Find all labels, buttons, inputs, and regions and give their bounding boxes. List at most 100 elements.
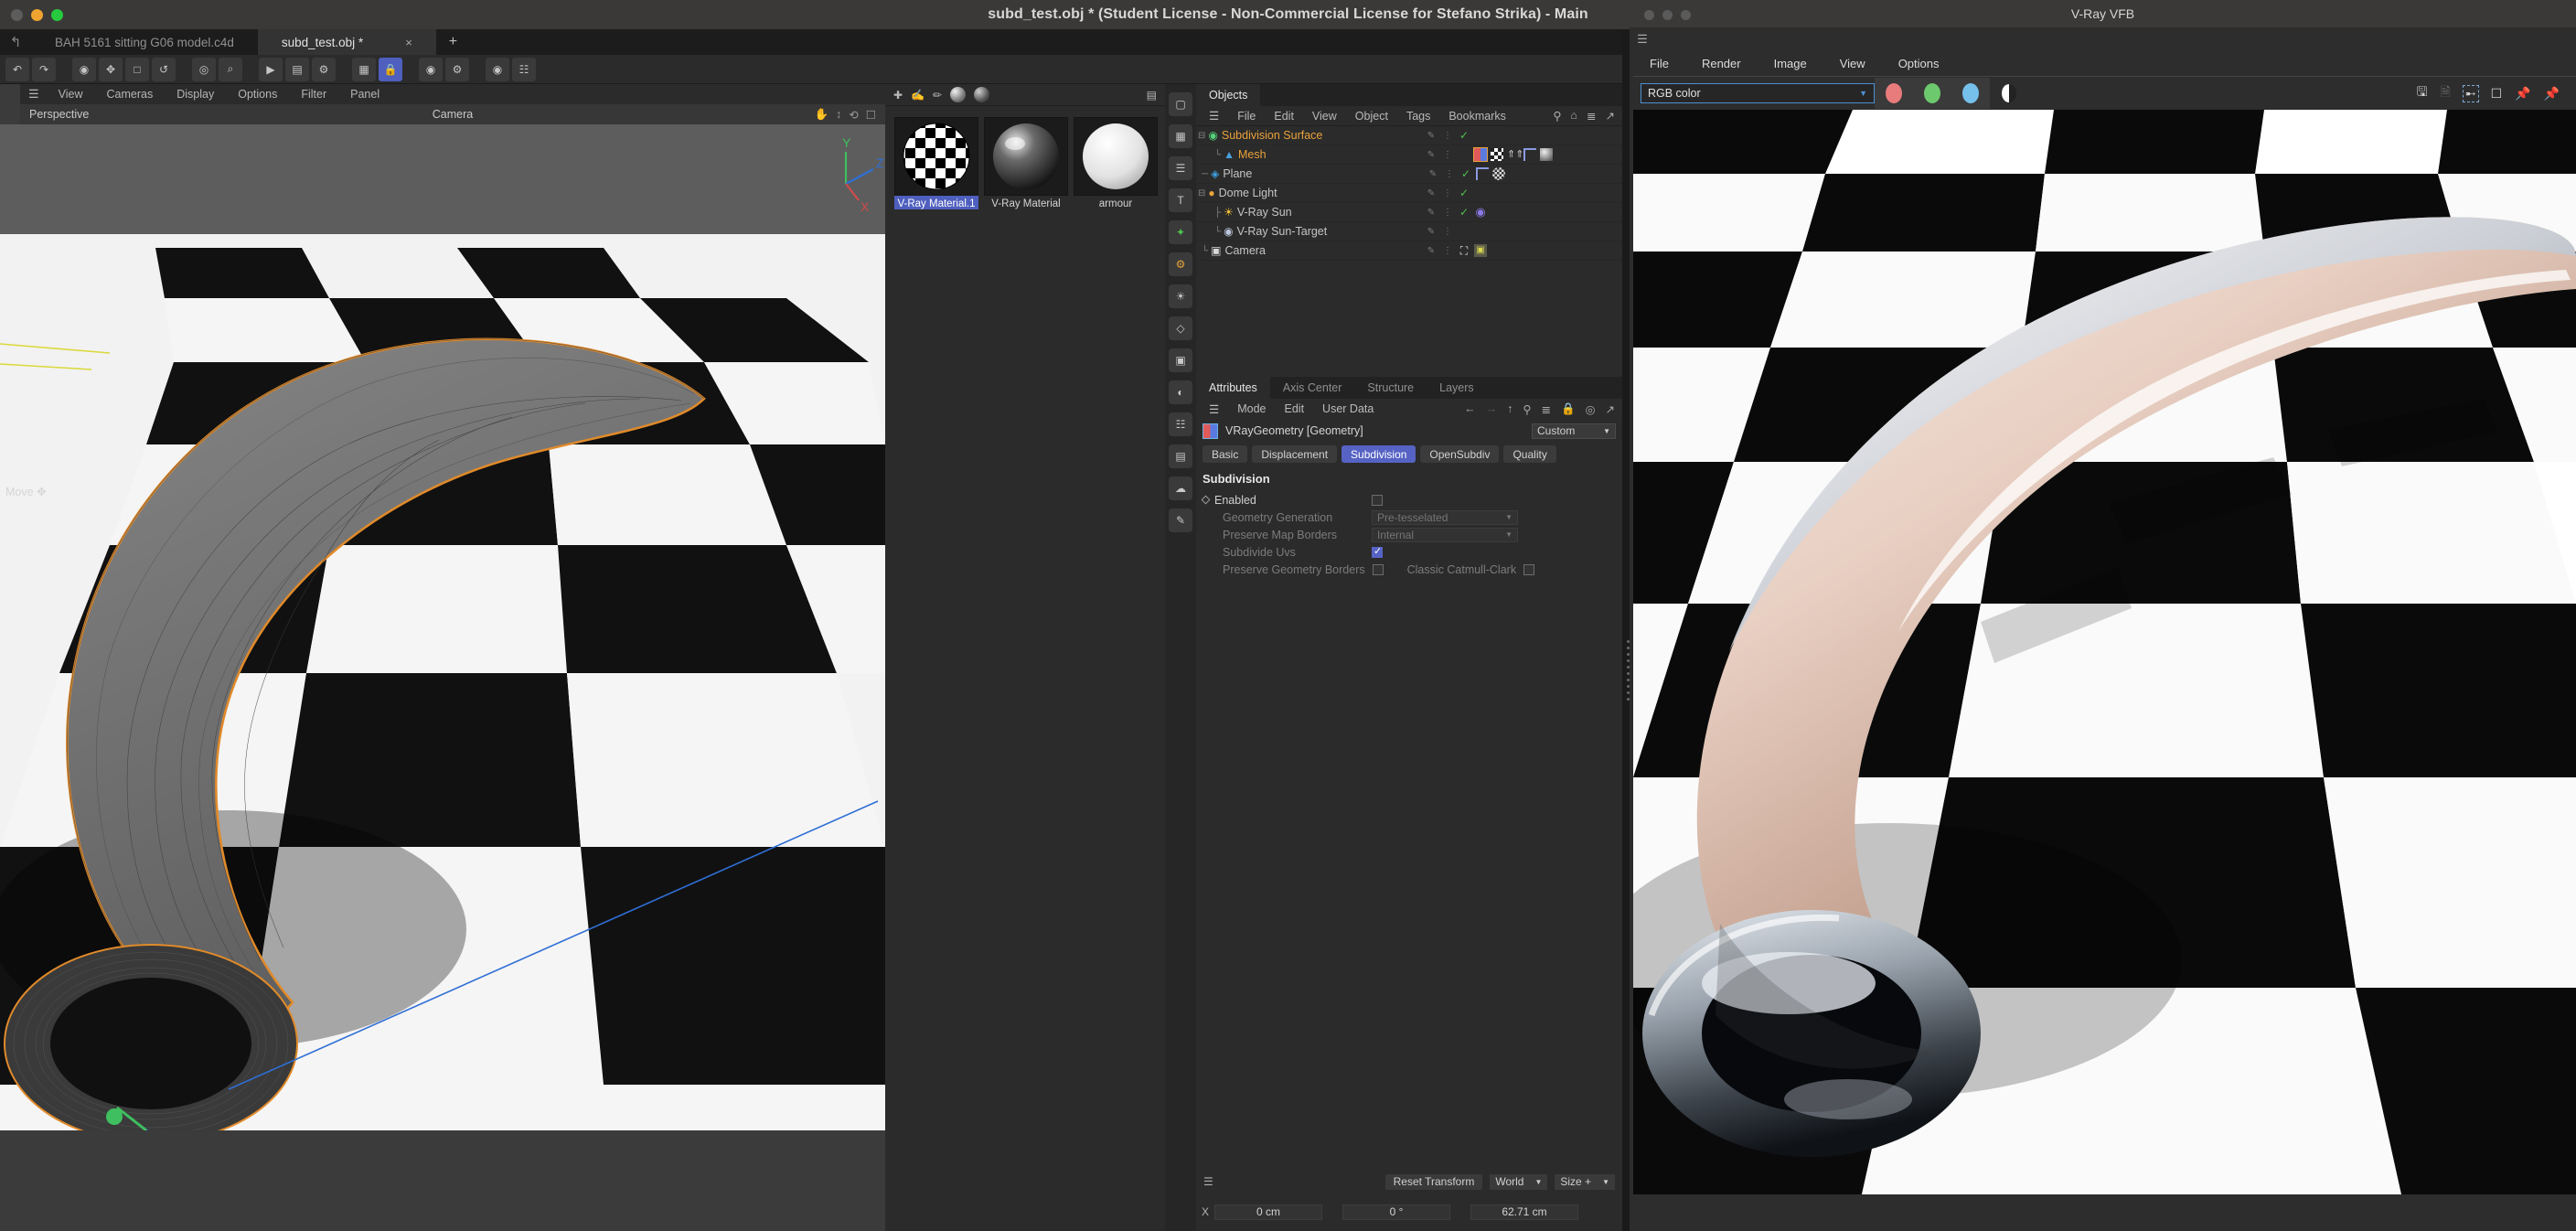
region-render-icon[interactable]: ➸ <box>2462 84 2479 102</box>
vray-geometry-icon[interactable]: ▣ <box>1169 348 1192 372</box>
material-item-1[interactable]: V-Ray Material <box>984 117 1068 209</box>
vfb-window-controls[interactable] <box>1644 0 1691 29</box>
minimize-window-button[interactable] <box>31 8 43 21</box>
takes-icon[interactable]: T <box>1169 188 1192 212</box>
vfb-menu-file[interactable]: File <box>1633 57 1685 70</box>
objects-menu-object[interactable]: Object <box>1346 110 1397 123</box>
keyframe-icon[interactable] <box>1201 495 1211 505</box>
flat-preview-icon[interactable] <box>974 87 990 102</box>
checker-material-tag[interactable] <box>1492 167 1505 180</box>
search-icon[interactable]: ⚲ <box>1523 402 1531 416</box>
coordinate-space-dropdown[interactable]: World ▼ <box>1490 1173 1548 1190</box>
tab-objects[interactable]: Objects <box>1196 84 1261 106</box>
property-subdivide-uvs[interactable]: Subdivide Uvs <box>1196 543 1622 561</box>
vray-settings-icon[interactable]: ⚙ <box>1169 252 1192 276</box>
material-tag[interactable] <box>1540 148 1553 161</box>
attributes-menu-mode[interactable]: Mode <box>1228 402 1275 415</box>
camera-tag[interactable]: ▣ <box>1474 244 1487 257</box>
zoom-icon[interactable]: ↕ <box>836 108 841 122</box>
vray-camera-icon[interactable]: ◐ <box>1169 380 1192 404</box>
attributes-menu-edit[interactable]: Edit <box>1276 402 1314 415</box>
checker-tag[interactable] <box>1491 148 1503 161</box>
pin-filled-icon[interactable]: 📌 <box>2544 86 2560 102</box>
visibility-dots-icon[interactable]: ⋮ <box>1443 169 1456 179</box>
object-row-plane[interactable]: ─ ◈ Plane ✎ ⋮ ✓ <box>1196 165 1622 184</box>
vfb-render-image[interactable] <box>1633 110 2576 1194</box>
popout-icon[interactable]: ↗ <box>1606 109 1615 123</box>
edit-layer-icon[interactable]: ✎ <box>1425 246 1438 256</box>
minimize-icon[interactable] <box>1662 9 1673 20</box>
enable-check-icon[interactable]: ✓ <box>1458 187 1470 199</box>
vray-render-elements-icon[interactable]: ☷ <box>1169 412 1192 436</box>
maximize-icon[interactable] <box>1681 9 1691 20</box>
brush-icon[interactable]: ✍ <box>911 89 925 102</box>
live-selection-icon[interactable]: ◉ <box>72 57 96 81</box>
edit-layer-icon[interactable]: ✎ <box>1425 227 1438 237</box>
filter-icon[interactable]: ≣ <box>1542 402 1551 416</box>
subtab-displacement[interactable]: Displacement <box>1252 445 1338 463</box>
vray-proxy-icon[interactable]: ◇ <box>1169 316 1192 340</box>
move-icon[interactable]: ✥ <box>99 57 123 81</box>
list-icon[interactable]: ▤ <box>1147 89 1157 102</box>
hamburger-icon[interactable]: ☰ <box>20 87 47 102</box>
add-document-button[interactable]: + <box>436 29 470 55</box>
filter-icon[interactable]: ≣ <box>1587 109 1596 123</box>
edit-layer-icon[interactable]: ✎ <box>1425 208 1438 218</box>
rotation-h-field[interactable]: 0 ° <box>1342 1204 1450 1220</box>
pin-icon[interactable]: 📌 <box>2515 86 2530 102</box>
blue-channel-icon[interactable] <box>1951 78 1990 109</box>
object-axis-icon[interactable]: ⌕ <box>219 57 242 81</box>
object-row-vray-sun[interactable]: ├ ☀ V-Ray Sun ✎ ⋮ ✓ ◉ <box>1196 203 1622 222</box>
phong-tag[interactable] <box>1523 148 1536 161</box>
edit-layer-icon[interactable]: ✎ <box>1425 150 1438 160</box>
material-item-2[interactable]: armour <box>1074 117 1158 209</box>
viewport-menu-view[interactable]: View <box>47 88 95 101</box>
objects-menu-edit[interactable]: Edit <box>1265 110 1303 123</box>
target-icon[interactable]: ◎ <box>1586 402 1596 416</box>
redo-icon[interactable]: ↷ <box>32 57 56 81</box>
vray-aerial-icon[interactable]: ☁ <box>1169 476 1192 500</box>
tab-layers[interactable]: Layers <box>1427 377 1487 399</box>
preset-dropdown[interactable]: Custom ▼ <box>1532 423 1616 439</box>
object-row-subdivision-surface[interactable]: ⊟ ◉ Subdivision Surface ✎ ⋮ ✓ <box>1196 126 1622 145</box>
visibility-dots-icon[interactable]: ⋮ <box>1441 188 1454 198</box>
track-mouse-icon[interactable]: ☐ <box>2491 86 2503 102</box>
maximize-window-button[interactable] <box>51 8 63 21</box>
channel-dropdown[interactable]: RGB color ▼ <box>1641 83 1875 103</box>
uv-tag[interactable]: ⇑⇑ <box>1507 148 1523 161</box>
tab-structure[interactable]: Structure <box>1354 377 1427 399</box>
camera-active-icon[interactable]: ⛶ <box>1458 244 1470 258</box>
property-enabled[interactable]: Enabled <box>1196 491 1622 508</box>
subdivide-uvs-checkbox[interactable] <box>1372 545 1383 558</box>
visibility-dots-icon[interactable]: ⋮ <box>1441 227 1454 237</box>
classic-catmull-clark-checkbox[interactable] <box>1523 563 1535 575</box>
history-icon[interactable]: ↰ <box>0 29 31 55</box>
alpha-channel-icon[interactable] <box>1990 78 2028 109</box>
lock-icon[interactable]: 🔒 <box>1561 402 1576 416</box>
vray-sun-tag[interactable]: ◉ <box>1474 206 1487 219</box>
preserve-geometry-borders-checkbox[interactable] <box>1372 563 1384 575</box>
pick-icon[interactable]: ✏ <box>933 89 942 102</box>
attributes-menu-user-data[interactable]: User Data <box>1313 402 1383 415</box>
enable-check-icon[interactable]: ✓ <box>1458 206 1470 219</box>
phong-tag[interactable] <box>1476 167 1489 180</box>
viewport-canvas[interactable]: Y Z X Move ✥ <box>0 124 885 1130</box>
workplane-icon[interactable]: ◉ <box>419 57 443 81</box>
rotate-view-icon[interactable]: ⟲ <box>849 108 858 122</box>
visibility-dots-icon[interactable]: ⋮ <box>1441 246 1454 256</box>
tab-attributes[interactable]: Attributes <box>1196 377 1270 399</box>
search-icon[interactable]: ⚲ <box>1553 109 1561 123</box>
sphere-preview-icon[interactable] <box>950 87 967 102</box>
document-tab-1[interactable]: subd_test.obj * × <box>257 29 436 55</box>
object-row-camera[interactable]: └ ▣ Camera ✎ ⋮ ⛶ ▣ <box>1196 241 1622 261</box>
property-preserve-geometry-borders[interactable]: Preserve Geometry Borders Classic Catmul… <box>1196 561 1622 578</box>
viewport-menu-panel[interactable]: Panel <box>338 88 391 101</box>
save-all-icon[interactable]: 🗎 <box>2441 82 2451 104</box>
vray-geometry-tag[interactable] <box>1473 147 1488 162</box>
green-channel-icon[interactable] <box>1913 78 1951 109</box>
object-row-dome-light[interactable]: ⊟ ● Dome Light ✎ ⋮ ✓ <box>1196 184 1622 203</box>
close-icon[interactable] <box>1644 9 1654 20</box>
expander-icon[interactable]: ⊟ <box>1196 131 1205 141</box>
grid-snap-icon[interactable]: ▦ <box>352 57 376 81</box>
render-region-icon[interactable]: ▤ <box>285 57 309 81</box>
